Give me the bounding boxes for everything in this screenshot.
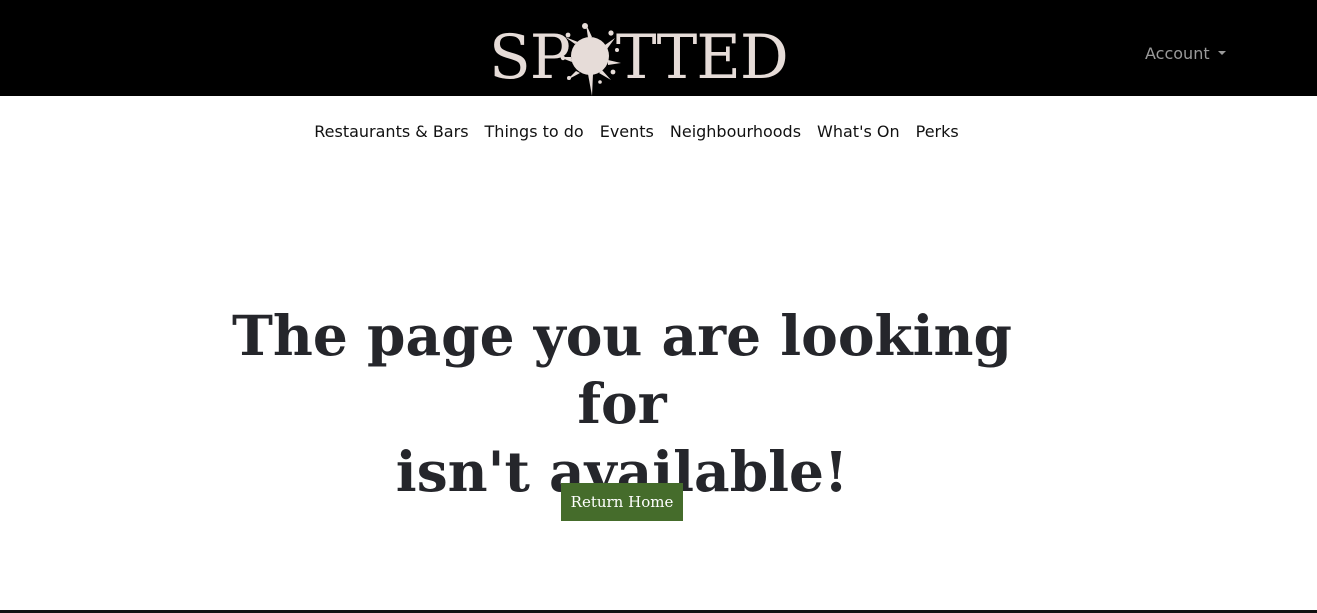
ink-splat-icon: [559, 23, 621, 96]
top-header: SP TTED Account: [0, 0, 1317, 96]
return-home-button[interactable]: Return Home: [561, 483, 683, 521]
nav-item-neighbourhoods[interactable]: Neighbourhoods: [670, 122, 801, 141]
nav-item-whats-on[interactable]: What's On: [817, 122, 900, 141]
spotted-logo[interactable]: SP TTED: [489, 20, 789, 96]
headline-line-1: The page you are looking for: [232, 303, 1012, 436]
nav-item-events[interactable]: Events: [600, 122, 654, 141]
main-nav: Restaurants & Bars Things to do Events N…: [0, 117, 1317, 145]
logo-text-right: TTED: [615, 22, 789, 93]
not-found-headline: The page you are looking for isn't avail…: [222, 302, 1022, 506]
nav-item-restaurants-bars[interactable]: Restaurants & Bars: [314, 122, 468, 141]
nav-item-things-to-do[interactable]: Things to do: [485, 122, 584, 141]
logo-wordmark: SP TTED: [489, 26, 789, 90]
nav-item-perks[interactable]: Perks: [916, 122, 959, 141]
account-dropdown[interactable]: Account: [1145, 42, 1226, 64]
account-label: Account: [1145, 43, 1210, 63]
caret-down-icon: [1217, 51, 1226, 55]
